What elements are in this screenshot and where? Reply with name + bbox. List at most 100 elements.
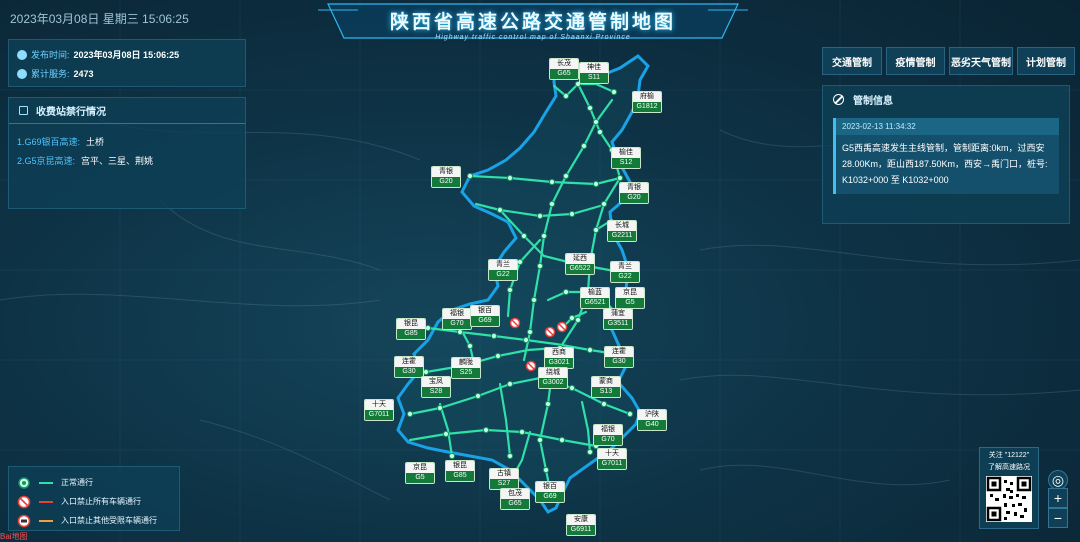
control-info-title: 管制信息 (853, 95, 893, 107)
highway-sign[interactable]: 青银 G20 (619, 182, 649, 204)
publish-time-row: 发布时间: 2023年03月08日 15:06:25 (17, 45, 237, 64)
highway-sign-name: 蒲宜 (604, 309, 632, 319)
highway-sign[interactable]: 连霍 G30 (394, 356, 424, 378)
no-entry-marker (525, 360, 537, 372)
highway-sign[interactable]: 宝凤 S28 (421, 376, 451, 398)
highway-sign-code: G70 (594, 435, 622, 445)
highway-sign[interactable]: 福银 G70 (442, 308, 472, 330)
highway-sign[interactable]: 古镇 S27 (489, 468, 519, 490)
highway-sign[interactable]: 十天 G7011 (364, 399, 394, 421)
page-title-banner: 陕西省高速公路交通管制地图 Highway traffic control ma… (318, 2, 748, 42)
highway-sign[interactable]: 银昆 G85 (396, 318, 426, 340)
highway-sign[interactable]: 府榆 G1812 (632, 91, 662, 113)
highway-sign[interactable]: 沪陕 G40 (637, 409, 667, 431)
highway-sign[interactable]: 麟陇 S25 (451, 357, 481, 379)
highway-sign[interactable]: 银百 G69 (535, 481, 565, 503)
highway-sign-name: 十天 (365, 400, 393, 410)
highway-sign-code: S13 (592, 387, 620, 397)
highway-sign[interactable]: 长茂 G65 (549, 58, 579, 80)
highway-sign-code: S28 (422, 387, 450, 397)
highway-sign-code: G85 (397, 329, 425, 339)
toll-item[interactable]: 1.G69银百高速: 土桥 (17, 132, 237, 151)
no-entry-icon (17, 495, 31, 508)
highway-sign-name: 京昆 (406, 463, 434, 473)
highway-sign-name: 府榆 (633, 92, 661, 102)
highway-sign[interactable]: 青兰 G22 (488, 259, 518, 281)
restricted-entry-icon (17, 514, 31, 527)
qr-note-line2: 了解高速路况 (988, 464, 1030, 471)
tab-planned-control[interactable]: 计划管制 (1017, 47, 1075, 75)
publish-time-label: 发布时间: (31, 50, 70, 60)
highway-sign[interactable]: 榆佳 S12 (611, 147, 641, 169)
highway-sign[interactable]: 连霍 G30 (604, 346, 634, 368)
highway-sign[interactable]: 青兰 G22 (610, 261, 640, 283)
toll-road: 1.G69银百高速: (17, 137, 81, 147)
highway-sign[interactable]: 蒙商 S13 (591, 376, 621, 398)
highway-sign-code: G1812 (633, 102, 661, 112)
highway-sign[interactable]: 榆蓝 G6521 (580, 287, 610, 309)
service-count-value: 2473 (73, 68, 94, 79)
highway-sign-code: G2211 (608, 231, 636, 241)
publish-time-value: 2023年03月08日 15:06:25 (73, 50, 180, 60)
map-provider-logo: Bai地图 (0, 532, 28, 541)
highway-sign-name: 连霍 (395, 357, 423, 367)
highway-sign[interactable]: 十天 G7011 (597, 448, 627, 470)
highway-sign-name: 麟陇 (452, 358, 480, 368)
highway-sign[interactable]: 神佳 S11 (579, 62, 609, 84)
list-icon (19, 106, 28, 115)
legend-label: 正常通行 (61, 478, 93, 487)
highway-sign[interactable]: 京昆 G5 (615, 287, 645, 309)
highway-sign-name: 银昆 (397, 319, 425, 329)
control-info-header: 管制信息 (823, 86, 1069, 112)
legend-line-restricted (39, 519, 53, 522)
zoom-in-button[interactable]: + (1048, 488, 1068, 508)
page-title: 陕西省高速公路交通管制地图 (389, 12, 676, 33)
highway-sign[interactable]: 长城 G2211 (607, 220, 637, 242)
legend-label: 入口禁止其他受限车辆通行 (61, 516, 157, 525)
tab-weather-control[interactable]: 恶劣天气管制 (949, 47, 1013, 75)
highway-sign-name: 青银 (432, 167, 460, 177)
highway-sign-name: 绕城 (539, 368, 567, 378)
zoom-out-button[interactable]: − (1048, 508, 1068, 528)
highway-sign[interactable]: 包茂 G65 (500, 488, 530, 510)
locate-button[interactable]: ◎ (1048, 470, 1068, 490)
highway-sign-code: G65 (501, 499, 529, 509)
highway-sign-code: G69 (471, 316, 499, 326)
highway-sign[interactable]: 绕城 G3002 (538, 367, 568, 389)
highway-sign-code: G6911 (567, 525, 595, 535)
highway-sign[interactable]: 银昆 G85 (445, 460, 475, 482)
tab-traffic-control[interactable]: 交通管制 (822, 47, 882, 75)
highway-sign[interactable]: 福银 G70 (593, 424, 623, 446)
no-entry-marker (509, 317, 521, 329)
toll-station-panel: 收费站禁行情况 1.G69银百高速: 土桥 2.G5京昆高速: 宫平、三星、荆姚 (8, 97, 246, 209)
qr-follow-box[interactable]: 关注 "12122" 了解高速路况 (979, 447, 1039, 529)
legend-label: 入口禁止所有车辆通行 (61, 497, 141, 506)
control-info-card[interactable]: 2023-02-13 11:34:32 G5西禹高速发生主线管制，管制距离:0k… (833, 118, 1059, 194)
highway-sign-name: 神佳 (580, 63, 608, 73)
highway-sign[interactable]: 银百 G69 (470, 305, 500, 327)
highway-sign[interactable]: 延西 G6522 (565, 253, 595, 275)
highway-sign-code: G22 (611, 272, 639, 282)
highway-sign[interactable]: 京昆 G5 (405, 462, 435, 484)
users-icon (17, 68, 27, 79)
highway-sign-name: 福银 (443, 309, 471, 319)
tab-epidemic-control[interactable]: 疫情管制 (886, 47, 945, 75)
highway-sign-name: 宝凤 (422, 377, 450, 387)
highway-sign-code: G5 (616, 298, 644, 308)
qr-code-image (986, 476, 1032, 522)
highway-sign-code: G22 (489, 270, 517, 280)
service-count-row: 累计服务: 2473 (17, 64, 237, 83)
no-entry-marker (544, 326, 556, 338)
highway-sign[interactable]: 青银 G20 (431, 166, 461, 188)
toll-item[interactable]: 2.G5京昆高速: 宫平、三星、荆姚 (17, 151, 237, 170)
highway-sign-name: 青兰 (611, 262, 639, 272)
highway-sign-code: S25 (452, 368, 480, 378)
highway-sign[interactable]: 安康 G6911 (566, 514, 596, 536)
highway-sign[interactable]: 西商 G3021 (544, 347, 574, 369)
service-count-label: 累计服务: (31, 69, 70, 79)
highway-sign-name: 银昆 (446, 461, 474, 471)
highway-sign-name: 银百 (536, 482, 564, 492)
toll-road: 2.G5京昆高速: (17, 156, 76, 166)
highway-sign[interactable]: 蒲宜 G3511 (603, 308, 633, 330)
highway-sign-code: G5 (406, 473, 434, 483)
